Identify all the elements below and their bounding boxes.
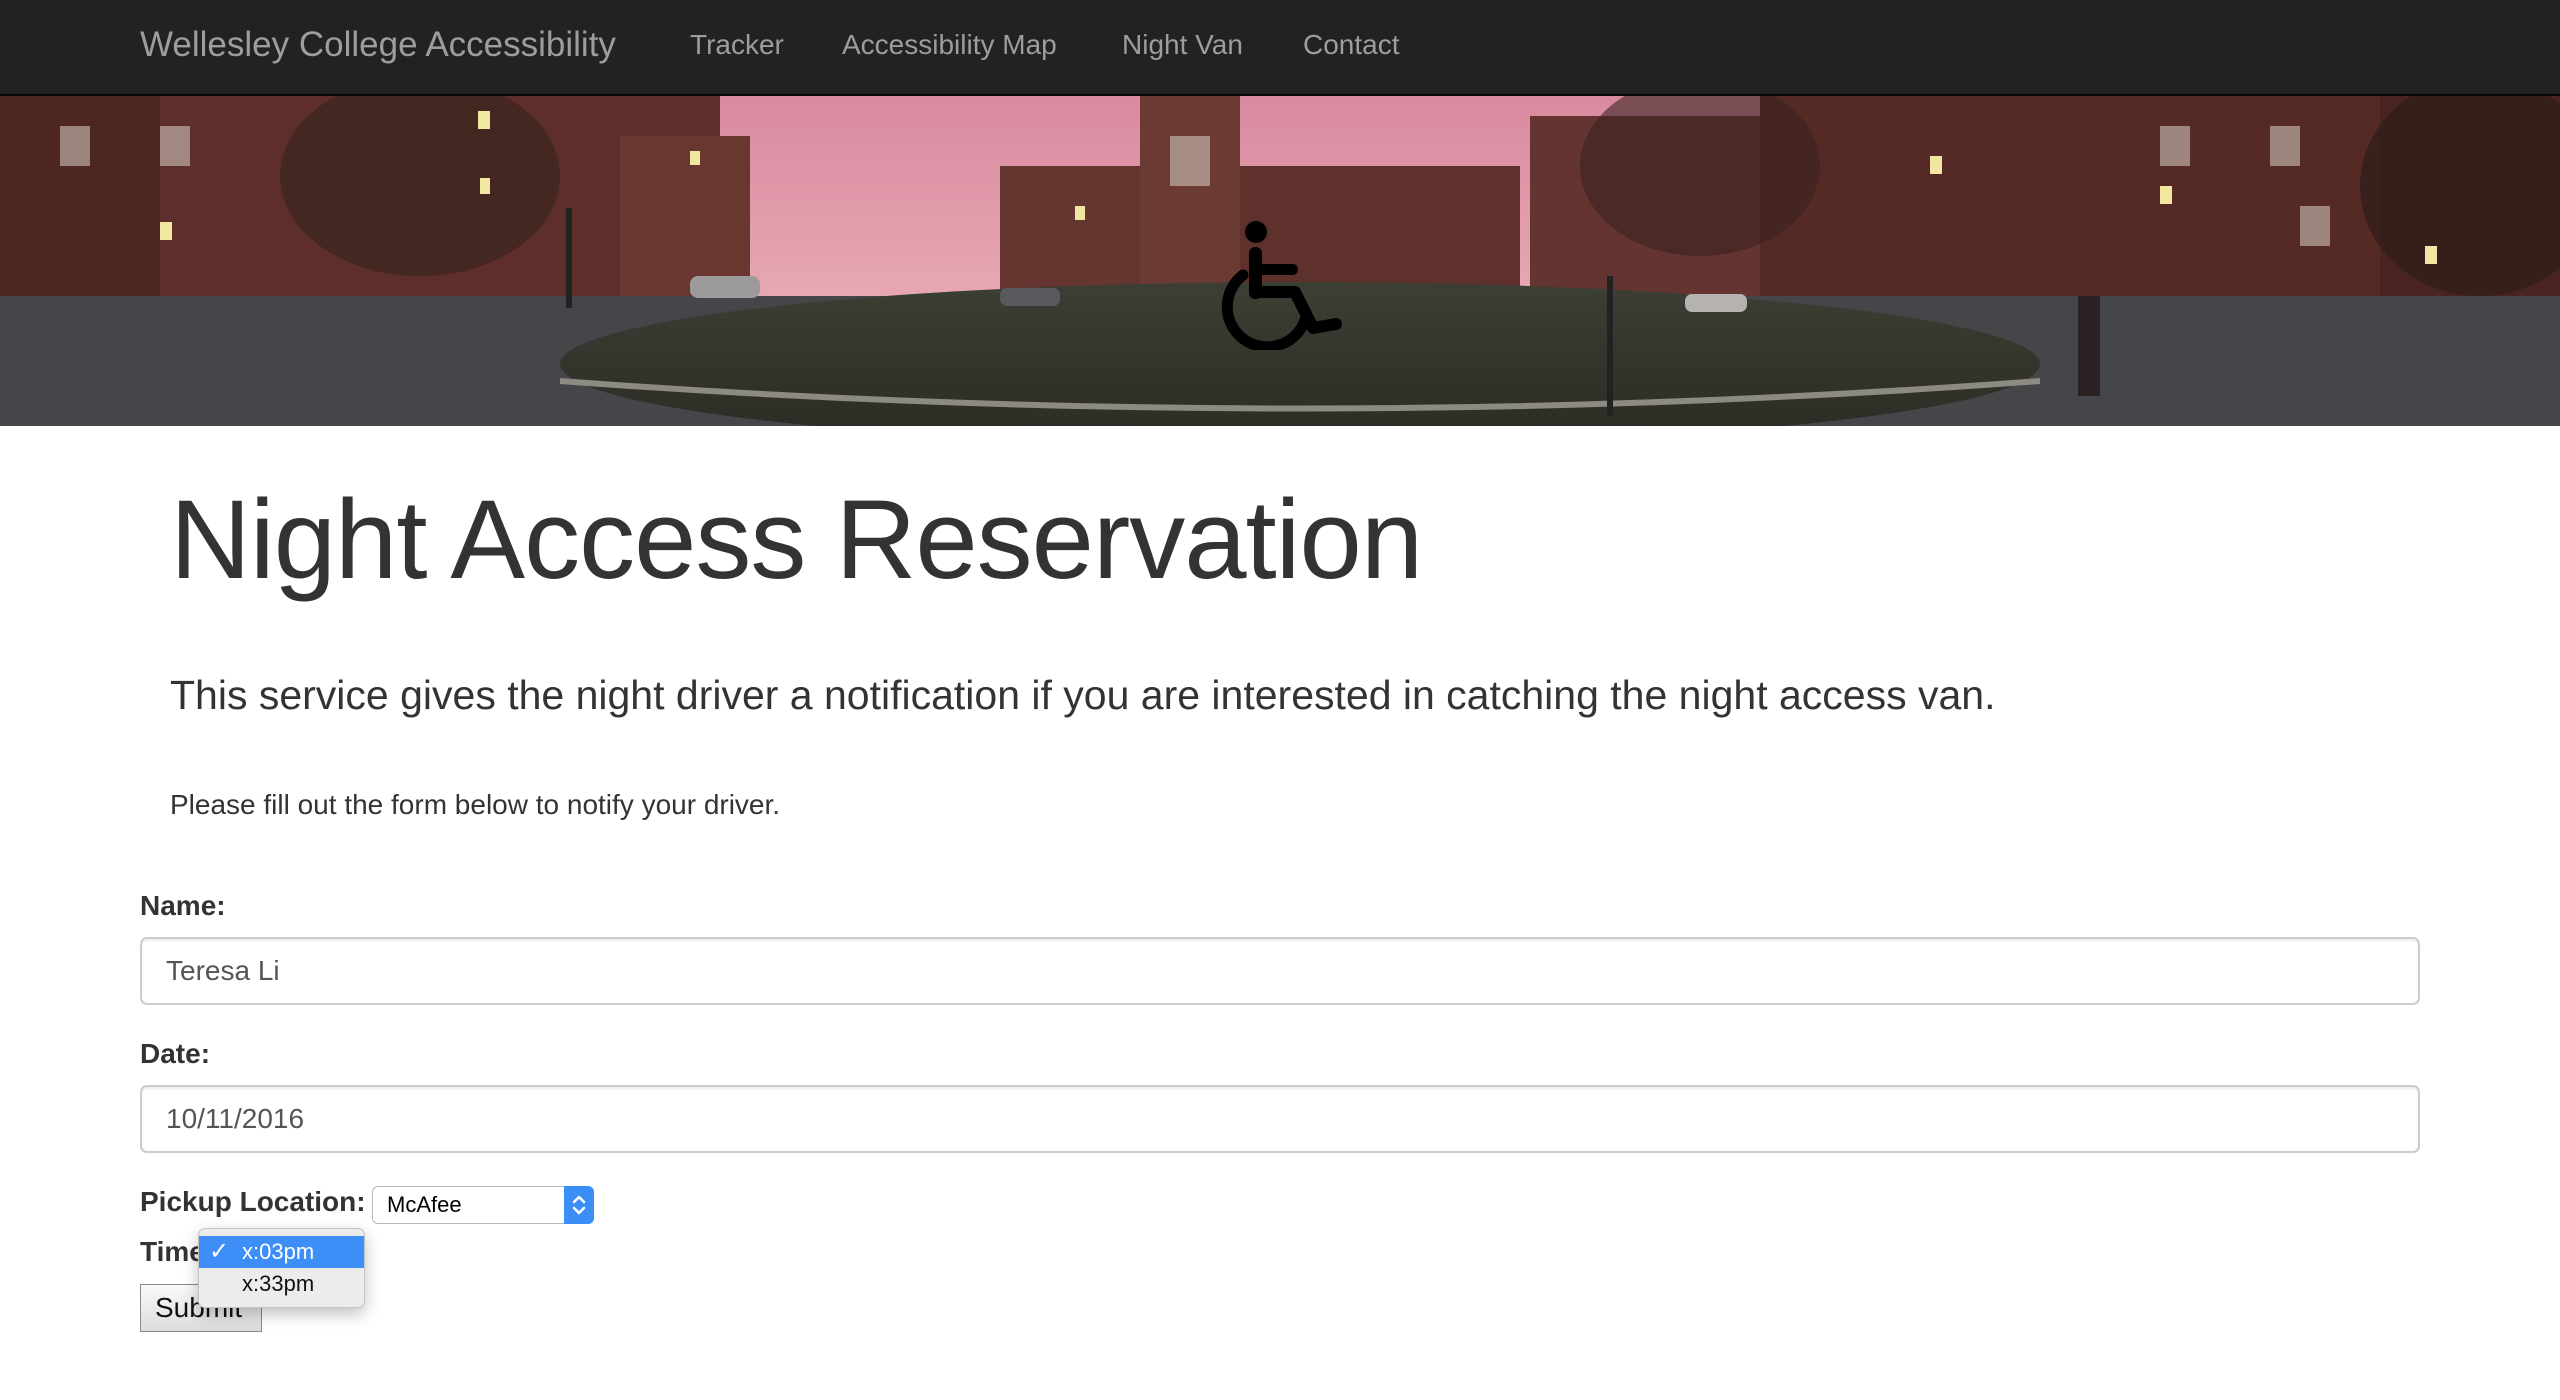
name-label: Name: xyxy=(140,890,226,921)
select-arrows-icon[interactable] xyxy=(564,1186,594,1224)
nav-night-van[interactable]: Night Van xyxy=(1122,0,1243,94)
nav-tracker[interactable]: Tracker xyxy=(690,0,784,94)
pickup-location-value: McAfee xyxy=(387,1192,462,1217)
time-option-label: x:33pm xyxy=(242,1271,315,1296)
page-title: Night Access Reservation xyxy=(170,477,1423,602)
pickup-location-select[interactable]: McAfee xyxy=(372,1186,594,1224)
nav-contact[interactable]: Contact xyxy=(1303,0,1400,94)
time-option-label: x:03pm xyxy=(242,1239,315,1264)
date-label: Date: xyxy=(140,1038,211,1069)
time-dropdown-menu: ✓ x:03pm x:33pm xyxy=(198,1228,365,1308)
checkmark-icon: ✓ xyxy=(209,1238,230,1265)
form-instructions: Please fill out the form below to notify… xyxy=(170,789,781,820)
time-option[interactable]: x:33pm xyxy=(199,1268,364,1300)
time-label: Time xyxy=(140,1236,205,1267)
time-option[interactable]: ✓ x:03pm xyxy=(199,1236,364,1268)
nav-accessibility-map[interactable]: Accessibility Map xyxy=(842,0,1057,94)
page-lead: This service gives the night driver a no… xyxy=(170,672,1996,718)
pickup-location-label: Pickup Location: xyxy=(140,1186,366,1217)
top-navbar: Wellesley College Accessibility Tracker … xyxy=(0,0,2560,96)
name-input[interactable]: Teresa Li xyxy=(140,937,2420,1005)
date-input[interactable]: 10/11/2016 xyxy=(140,1085,2420,1153)
brand-link[interactable]: Wellesley College Accessibility xyxy=(140,0,616,94)
wheelchair-icon xyxy=(1221,221,1342,350)
hero-banner xyxy=(0,96,2560,426)
